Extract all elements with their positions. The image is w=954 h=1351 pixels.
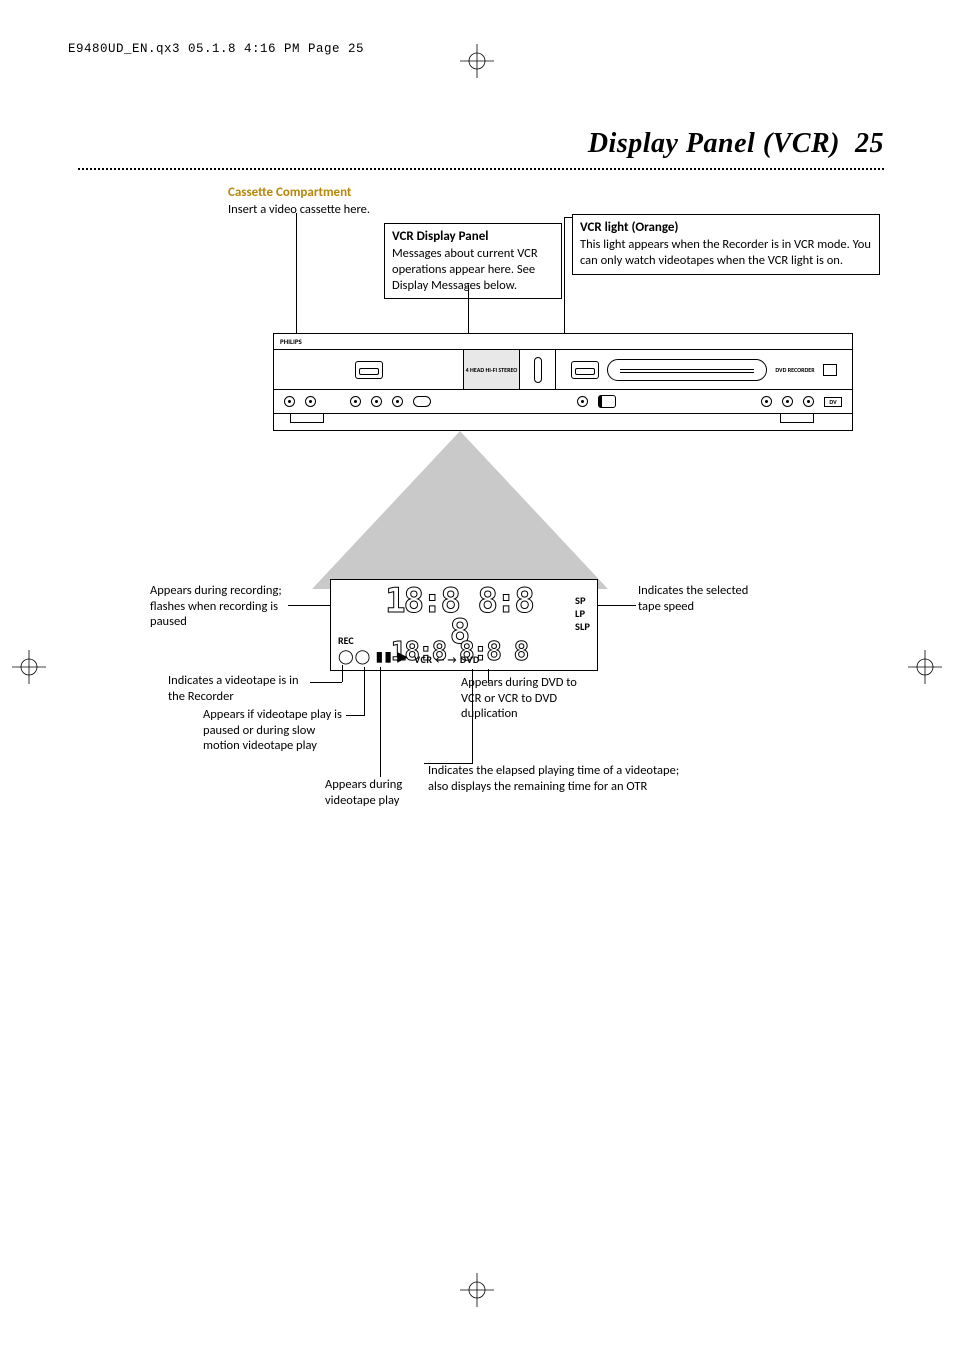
- dv-port-label: DV: [824, 397, 842, 407]
- knob-icon: [284, 396, 295, 407]
- callout-vcr-light-heading: VCR light (Orange): [580, 220, 872, 236]
- vcr-dvd-direction-label: VCR ← → DVD: [331, 653, 563, 666]
- device-right-label: DVD RECORDER: [775, 366, 814, 374]
- device-center-label: 4 HEAD HI-FI STEREO: [464, 350, 520, 389]
- registration-mark-left: [12, 650, 46, 684]
- leader-line: [346, 715, 364, 716]
- callout-vcr-display-panel: VCR Display Panel Messages about current…: [384, 223, 562, 299]
- speed-sp: SP: [575, 594, 590, 607]
- title-rule: [78, 168, 884, 170]
- callout-tape-in-recorder: Indicates a videotape is in the Recorder: [168, 673, 308, 704]
- tape-speed-indicators: SP LP SLP: [575, 594, 590, 633]
- vcr-display-panel-closeup: 18:8 8:8 8 18:8 8:8 8 REC ◯◯ ▮▮ ▶ SP LP …: [330, 579, 598, 671]
- zoom-indicator-triangle: [312, 431, 608, 589]
- dvd-tray-icon: [607, 359, 767, 381]
- knob-icon: [350, 396, 361, 407]
- callout-paused-slowmo: Appears if videotape play is paused or d…: [203, 707, 343, 754]
- device-foot-icon: [290, 413, 324, 423]
- divider-icon: [534, 357, 542, 383]
- prepress-header: E9480UD_EN.qx3 05.1.8 4:16 PM Page 25: [68, 42, 364, 56]
- knob-icon: [577, 396, 588, 407]
- leader-line: [564, 217, 572, 225]
- leader-line: [564, 223, 565, 346]
- page-title-text: Display Panel (VCR): [588, 128, 840, 159]
- leader-line: [288, 605, 330, 606]
- leader-line: [364, 667, 365, 716]
- leader-line: [342, 665, 343, 682]
- sd-slot-icon: [823, 364, 837, 376]
- registration-mark-top: [460, 44, 494, 78]
- device-foot-icon: [780, 413, 814, 423]
- callout-vcr-display-panel-body: Messages about current VCR operations ap…: [392, 246, 538, 292]
- callout-vcr-light: VCR light (Orange) This light appears wh…: [572, 214, 880, 275]
- dvd-slot-icon: [571, 361, 599, 379]
- callout-cassette-body: Insert a video cassette here.: [228, 202, 370, 217]
- callout-vcr-light-body: This light appears when the Recorder is …: [580, 237, 871, 268]
- registration-mark-bottom: [460, 1273, 494, 1307]
- page-number: 25: [855, 128, 884, 159]
- device-brand: PHILIPS: [280, 337, 302, 346]
- leader-line: [424, 763, 473, 764]
- knob-icon: [782, 396, 793, 407]
- leader-line: [472, 669, 473, 763]
- leader-line: [598, 605, 636, 606]
- cassette-slot-icon: [355, 361, 383, 379]
- registration-mark-right: [908, 650, 942, 684]
- callout-play: Appears during videotape play: [325, 777, 427, 808]
- knob-icon: [803, 396, 814, 407]
- callout-rec: Appears during recording; flashes when r…: [150, 583, 288, 630]
- leader-line: [310, 682, 342, 683]
- device-front-illustration: PHILIPS 4 HEAD HI-FI STEREO DVD RECORDER: [273, 333, 853, 431]
- rec-indicator-label: REC: [338, 634, 354, 647]
- jog-icon: [598, 395, 616, 408]
- content-region: Cassette Compartment Insert a video cass…: [78, 185, 884, 1251]
- callout-elapsed-time: Indicates the elapsed playing time of a …: [428, 763, 686, 794]
- knob-icon: [761, 396, 772, 407]
- speed-slp: SLP: [575, 620, 590, 633]
- callout-duplication: Appears during DVD to VCR or VCR to DVD …: [461, 675, 585, 722]
- knob-icon: [305, 396, 316, 407]
- callout-cassette: Cassette Compartment Insert a video cass…: [228, 185, 488, 218]
- leader-line: [488, 669, 489, 683]
- page-title: Display Panel (VCR) 25: [588, 128, 884, 160]
- knob-icon: [371, 396, 382, 407]
- pill-button-icon: [413, 396, 431, 407]
- callout-vcr-display-panel-heading: VCR Display Panel: [392, 229, 554, 245]
- callout-speed: Indicates the selected tape speed: [638, 583, 758, 614]
- knob-icon: [392, 396, 403, 407]
- callout-cassette-heading: Cassette Compartment: [228, 185, 488, 201]
- speed-lp: LP: [575, 607, 590, 620]
- leader-line: [380, 667, 381, 777]
